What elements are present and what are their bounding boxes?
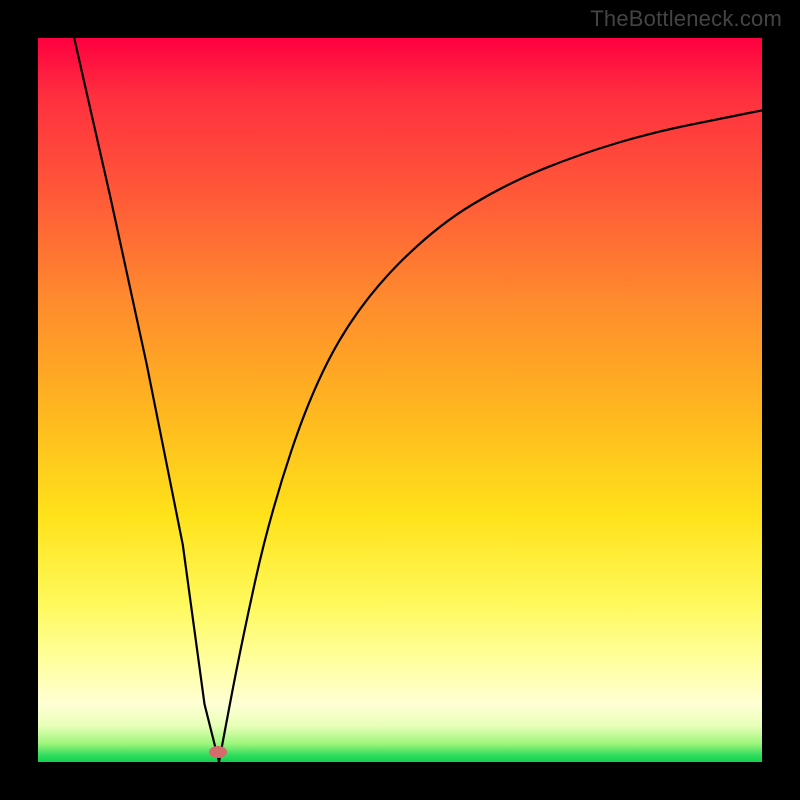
curve-path [74, 38, 762, 762]
min-dot [209, 746, 227, 758]
curve-svg [38, 38, 762, 762]
watermark-text: TheBottleneck.com [590, 6, 782, 32]
plot-area [38, 38, 762, 762]
chart-frame: TheBottleneck.com [0, 0, 800, 800]
